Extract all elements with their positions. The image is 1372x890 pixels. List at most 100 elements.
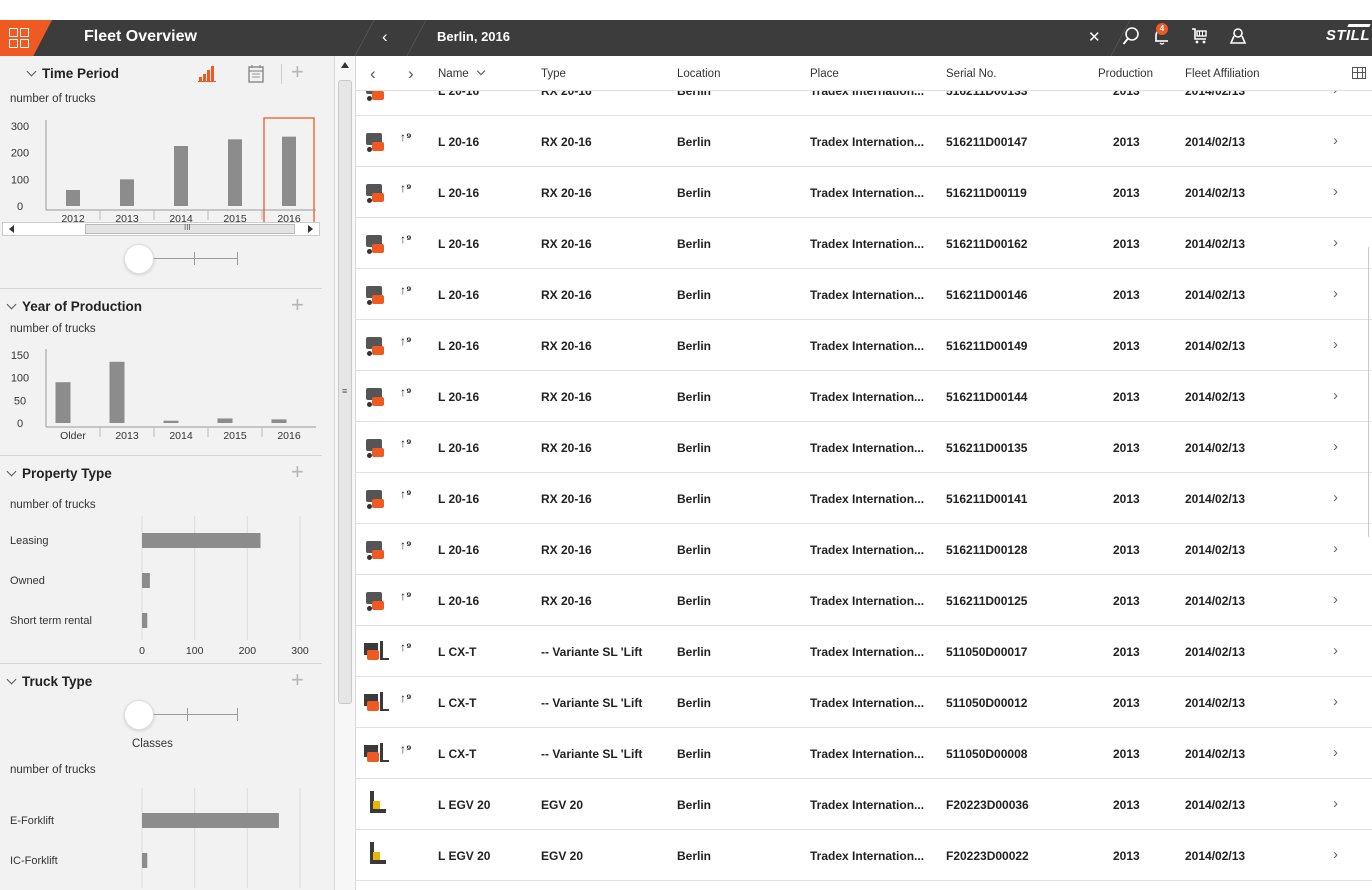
x-tick-label: 300 <box>291 645 309 657</box>
prev-icon[interactable]: ‹ <box>370 64 376 84</box>
row-chevron-right-icon[interactable]: › <box>1333 744 1338 761</box>
table-row[interactable]: ↑⁹ L 20-16 RX 20-16 Berlin Tradex Internatio… <box>356 269 1372 320</box>
row-chevron-right-icon[interactable]: › <box>1333 642 1338 659</box>
row-chevron-right-icon[interactable]: › <box>1333 846 1338 863</box>
table-row[interactable]: ↑⁹ L 20-16 RX 20-16 Berlin Tradex Internatio… <box>356 320 1372 371</box>
table-row[interactable]: ↑⁹ L CX-T -- Variante SL 'Lift Berlin Tradex… <box>356 728 1372 779</box>
next-icon[interactable]: › <box>408 64 414 84</box>
row-chevron-right-icon[interactable]: › <box>1333 387 1338 404</box>
truck-type-chart[interactable]: E-Forklift IC-Forklift <box>0 788 322 888</box>
table-row[interactable]: ↑⁹ L 20-16 RX 20-16 Berlin Tradex Internatio… <box>356 218 1372 269</box>
table-row[interactable]: ↑⁹ L CX-T -- Variante SL 'Lift Berlin Tradex… <box>356 677 1372 728</box>
table-row[interactable]: ↑⁹ L 20-16 RX 20-16 Berlin Tradex Internatio… <box>356 371 1372 422</box>
row-chevron-right-icon[interactable]: › <box>1333 234 1338 251</box>
property-type-chart[interactable]: 0 100 200 300 Leasing Owned Short term rental <box>0 516 322 666</box>
pallet-truck-icon <box>364 692 390 712</box>
row-chevron-right-icon[interactable]: › <box>1333 285 1338 302</box>
row-chevron-right-icon[interactable]: › <box>1333 489 1338 506</box>
bar-2014 <box>163 420 179 423</box>
scroll-thumb[interactable] <box>1368 247 1372 537</box>
cell-name: L 20-16 <box>438 441 480 455</box>
time-period-chart[interactable]: 30020010002012 2013 2014 2015 2016 <box>0 112 322 232</box>
table-row[interactable]: ↑⁹ L 20-16 RX 20-16 Berlin Tradex Internatio… <box>356 422 1372 473</box>
classes-slider[interactable] <box>124 700 244 732</box>
add-filter-plus-icon[interactable]: + <box>291 59 304 85</box>
bar-chart-icon[interactable] <box>198 66 216 87</box>
cell-name: L 20-16 <box>438 543 480 557</box>
scroll-thumb[interactable]: III <box>85 223 295 234</box>
add-filter-plus-icon[interactable]: + <box>291 667 304 693</box>
y-tick-label: 150 <box>11 350 29 362</box>
row-chevron-right-icon[interactable]: › <box>1333 132 1338 149</box>
row-chevron-right-icon[interactable]: › <box>1333 591 1338 608</box>
table-row[interactable]: ↑⁹ L 20-16 RX 20-16 Berlin Tradex Internatio… <box>356 167 1372 218</box>
table-row[interactable]: L EGV 20 EGV 20 Berlin Tradex Internation..… <box>356 830 1372 881</box>
cell-name: L EGV 20 <box>438 798 491 812</box>
row-chevron-right-icon[interactable]: › <box>1333 91 1338 98</box>
cell-production: 2013 <box>1113 696 1140 710</box>
scroll-up-arrow[interactable] <box>341 62 349 68</box>
search-icon[interactable] <box>1122 26 1140 51</box>
row-chevron-right-icon[interactable]: › <box>1333 540 1338 557</box>
column-header-name[interactable]: Name <box>438 66 486 80</box>
calendar-icon[interactable] <box>248 65 264 88</box>
year-of-production-chart[interactable]: 150 100 50 0 Older 2013 2014 2015 2016 <box>0 343 322 453</box>
year-of-production-header[interactable]: Year of Production <box>6 299 142 314</box>
row-chevron-right-icon[interactable]: › <box>1333 336 1338 353</box>
sidebar-scrollbar[interactable]: ≡ <box>334 56 356 890</box>
app-grid-icon[interactable] <box>0 20 52 56</box>
scroll-left-arrow[interactable] <box>9 225 14 233</box>
cell-location: Berlin <box>677 237 712 251</box>
add-filter-plus-icon[interactable]: + <box>291 292 304 318</box>
chart-scrollbar[interactable]: III <box>2 222 320 236</box>
cell-type: RX 20-16 <box>541 91 592 98</box>
table-row[interactable]: ↑⁹ L 20-16 RX 20-16 Berlin Tradex Internatio… <box>356 575 1372 626</box>
stacker-icon <box>368 842 388 866</box>
user-icon[interactable] <box>1228 26 1248 51</box>
signal-icon: ↑⁹ <box>400 742 412 756</box>
column-header-location[interactable]: Location <box>677 68 720 80</box>
cart-icon[interactable] <box>1190 26 1210 51</box>
table-row[interactable]: ↑⁹ L CX-T -- Variante SL 'Lift Berlin Tradex… <box>356 626 1372 677</box>
cell-affiliation: 2014/02/13 <box>1185 645 1246 659</box>
chevron-down-icon <box>26 66 37 77</box>
truck-type-header[interactable]: Truck Type <box>6 674 92 689</box>
column-header-production[interactable]: Production <box>1098 68 1153 80</box>
row-chevron-right-icon[interactable]: › <box>1333 693 1338 710</box>
bar-2015 <box>228 139 242 206</box>
close-icon[interactable]: ✕ <box>1088 28 1101 46</box>
add-filter-plus-icon[interactable]: + <box>291 459 304 485</box>
table-scrollbar[interactable] <box>1366 92 1372 890</box>
resize-grip-icon[interactable]: ≡ <box>342 386 347 396</box>
cell-affiliation: 2014/02/13 <box>1185 849 1246 863</box>
column-header-type[interactable]: Type <box>541 68 566 80</box>
pallet-truck-icon <box>364 641 390 661</box>
row-chevron-right-icon[interactable]: › <box>1333 795 1338 812</box>
property-type-header[interactable]: Property Type <box>6 466 112 481</box>
cell-name: L 20-16 <box>438 186 480 200</box>
robot-truck-icon <box>364 436 386 458</box>
column-header-serial[interactable]: Serial No. <box>946 68 997 80</box>
table-row[interactable]: ↑⁹ L 20-16 RX 20-16 Berlin Tradex Internatio… <box>356 524 1372 575</box>
slider-knob[interactable] <box>124 700 154 730</box>
column-header-place[interactable]: Place <box>810 68 839 80</box>
column-header-affiliation[interactable]: Fleet Affiliation <box>1185 68 1260 80</box>
row-chevron-right-icon[interactable]: › <box>1333 438 1338 455</box>
table-row[interactable]: ↑⁹ L 20-16 RX 20-16 Berlin Tradex Internatio… <box>356 473 1372 524</box>
row-chevron-right-icon[interactable]: › <box>1333 183 1338 200</box>
column-settings-icon[interactable] <box>1352 67 1366 79</box>
table-row[interactable]: L EGV 20 EGV 20 Berlin Tradex Internation..… <box>356 779 1372 830</box>
slider-knob[interactable] <box>124 244 154 274</box>
time-period-header[interactable]: Time Period <box>26 66 119 81</box>
cell-place: Tradex Internation... <box>810 492 925 506</box>
signal-icon: ↑⁹ <box>400 487 412 501</box>
cell-place: Tradex Internation... <box>810 747 925 761</box>
scroll-right-arrow[interactable] <box>308 225 313 233</box>
bar-Short term rental <box>142 613 148 628</box>
back-icon[interactable]: ‹ <box>382 27 388 47</box>
y-tick-label: 300 <box>11 121 29 133</box>
zoom-slider[interactable] <box>124 244 244 276</box>
table-row[interactable]: ↑⁹ L 20-16 RX 20-16 Berlin Tradex Internatio… <box>356 91 1372 116</box>
signal-icon: ↑⁹ <box>400 436 412 450</box>
table-row[interactable]: ↑⁹ L 20-16 RX 20-16 Berlin Tradex Internatio… <box>356 116 1372 167</box>
